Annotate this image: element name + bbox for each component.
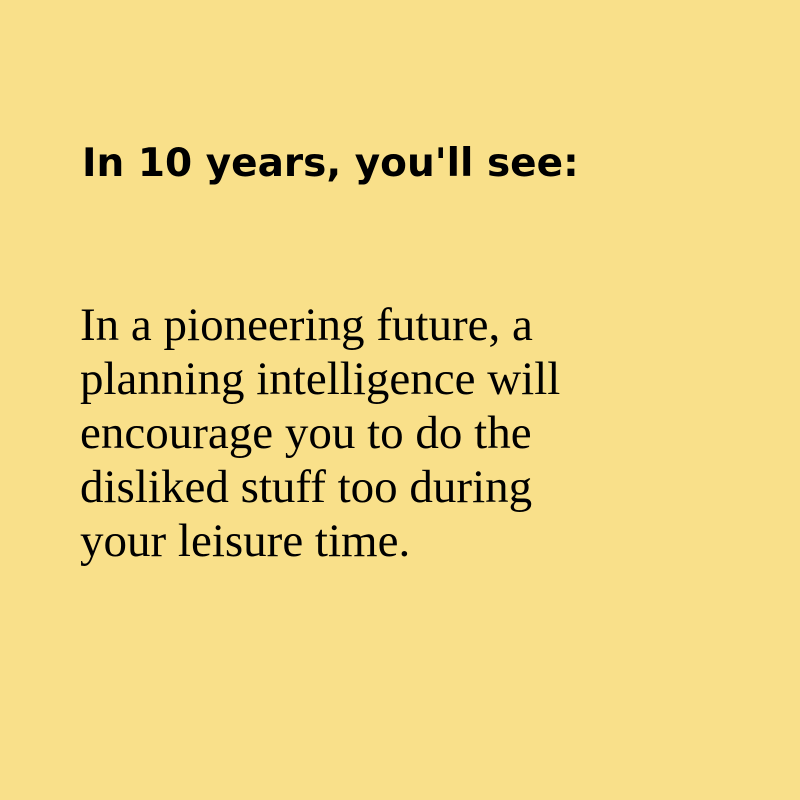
headline: In 10 years, you'll see:	[82, 141, 579, 186]
body-line: your leisure time.	[80, 515, 411, 567]
body-line: planning intelligence will	[80, 353, 561, 405]
body-line: disliked stuff too during	[80, 461, 533, 513]
body-text: In a pioneering future, a planning intel…	[80, 298, 740, 568]
quote-card: In 10 years, you'll see: In a pioneering…	[0, 0, 800, 800]
body-line: In a pioneering future, a	[80, 299, 533, 351]
body-line: encourage you to do the	[80, 407, 532, 459]
